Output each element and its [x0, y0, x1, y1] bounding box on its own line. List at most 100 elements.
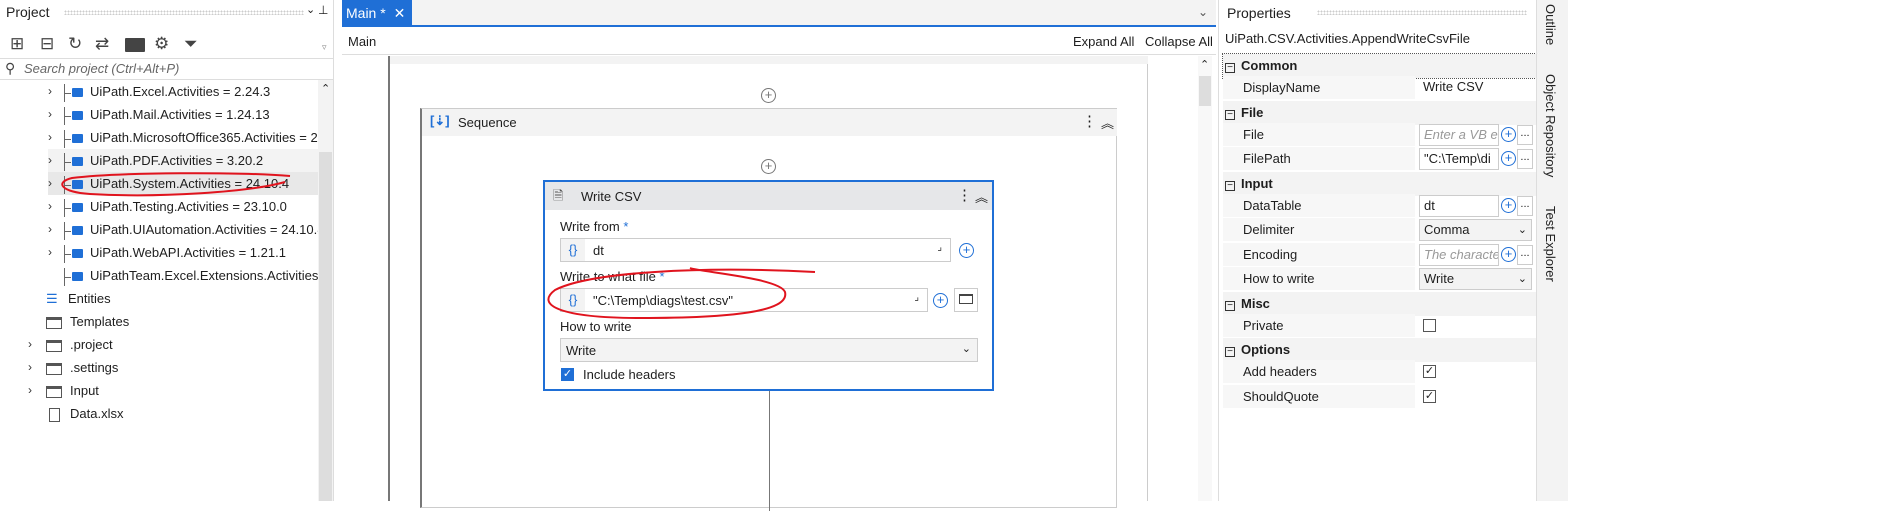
add-variable-icon[interactable]: + [1501, 197, 1516, 213]
how-to-write-select[interactable]: Write ⌄ [560, 338, 978, 362]
search-project-input[interactable]: ⚲ Search project (Ctrl+Alt+P) [0, 58, 334, 80]
more-options-icon[interactable]: ⋮ [957, 186, 972, 204]
collapse-icon[interactable]: ︽ [975, 187, 988, 206]
property-checkbox[interactable]: ✓ [1423, 389, 1436, 403]
ellipsis-button[interactable]: ... [1517, 124, 1533, 145]
dependency-item[interactable]: UiPathTeam.Excel.Extensions.Activities =… [48, 264, 318, 287]
property-value[interactable]: Write CSV [1419, 77, 1532, 99]
file-path-field[interactable]: {} "C:\Temp\diags\test.csv" ⌟ [560, 288, 928, 312]
write-csv-activity[interactable]: 🗎 Write CSV ⋮ ︽ Write from * {} dt ⌟ + Wri… [543, 180, 994, 391]
chevron-right-icon[interactable]: › [48, 241, 52, 264]
filter-icon[interactable]: ⏷ [184, 34, 198, 54]
project-item[interactable]: › .project [28, 333, 318, 356]
more-options-icon[interactable]: ⋮ [1082, 112, 1097, 130]
chevron-right-icon[interactable]: › [28, 356, 32, 379]
property-category[interactable]: − Common [1222, 53, 1537, 79]
dropdown-icon[interactable]: ⌄ [306, 3, 315, 16]
overflow-icon[interactable]: ▿ [322, 42, 327, 53]
property-select[interactable]: Write ⌄ [1419, 268, 1532, 290]
dependency-item[interactable]: › UiPath.PDF.Activities = 3.20.2 [48, 149, 318, 172]
add-variable-icon[interactable]: + [1501, 246, 1516, 262]
project-item[interactable]: › .settings [28, 356, 318, 379]
collapse-all-button[interactable]: Collapse All [1145, 34, 1213, 49]
canvas-scrollbar[interactable]: ⌃ [1198, 56, 1212, 501]
property-category[interactable]: − Options [1223, 338, 1536, 362]
chevron-down-icon[interactable]: ⌄ [1198, 5, 1208, 19]
dependency-item[interactable]: › UiPath.Mail.Activities = 1.24.13 [48, 103, 318, 126]
tab-main[interactable]: Main * ✕ [342, 0, 412, 27]
tab-test-explorer[interactable]: Test Explorer [1543, 206, 1558, 282]
chevron-right-icon[interactable]: › [48, 218, 52, 241]
expression-icon[interactable]: {} [561, 289, 585, 311]
workflow-canvas[interactable]: ⌃ + [⇣] Sequence ⋮ ︽ + 🗎 Write CSV ⋮ ︽ W… [342, 56, 1216, 511]
project-item[interactable]: Templates [28, 310, 318, 333]
collapse-all-icon[interactable]: ⊟ [40, 34, 54, 54]
collapse-icon[interactable]: − [1225, 347, 1235, 357]
scroll-thumb[interactable] [319, 152, 332, 501]
dependency-item[interactable]: › UiPath.System.Activities = 24.10.4 [48, 172, 318, 195]
expand-icon[interactable]: ⌟ [937, 242, 942, 253]
property-checkbox[interactable]: ✓ [1423, 365, 1436, 378]
panel-grip[interactable] [64, 10, 304, 15]
dependency-item[interactable]: › UiPath.UIAutomation.Activities = 24.10.… [48, 218, 318, 241]
add-variable-icon[interactable]: + [959, 243, 974, 258]
add-variable-icon[interactable]: + [933, 293, 948, 308]
add-activity-icon[interactable]: + [761, 88, 776, 103]
collapse-icon[interactable]: − [1225, 180, 1235, 191]
chevron-right-icon[interactable]: › [48, 149, 52, 172]
property-category[interactable]: − Input [1223, 171, 1536, 196]
add-activity-icon[interactable]: + [761, 159, 776, 174]
expand-icon[interactable]: ⌟ [914, 292, 919, 303]
expression-icon[interactable]: {} [561, 239, 585, 261]
scrollbar[interactable]: ⌃ [318, 80, 333, 501]
dependency-item[interactable]: › UiPath.WebAPI.Activities = 1.21.1 [48, 241, 318, 264]
chevron-right-icon[interactable]: › [48, 80, 52, 103]
scroll-up-icon[interactable]: ⌃ [1200, 58, 1209, 71]
project-item[interactable]: ☰ Entities [28, 287, 318, 310]
chevron-right-icon[interactable]: › [28, 379, 32, 402]
breadcrumb[interactable]: Main [348, 34, 376, 49]
project-item[interactable]: › Input [28, 379, 318, 402]
ellipsis-button[interactable]: ... [1517, 149, 1533, 169]
include-headers-checkbox[interactable]: ✓ [561, 368, 574, 381]
browse-folder-button[interactable] [954, 288, 978, 312]
property-category[interactable]: − File [1223, 100, 1536, 125]
chevron-right-icon[interactable]: › [28, 333, 32, 356]
tab-object-repository[interactable]: Object Repository [1543, 74, 1558, 177]
sync-icon[interactable]: ⇄ [95, 34, 109, 54]
expand-all-icon[interactable]: ⊞ [10, 34, 24, 54]
chevron-right-icon[interactable]: › [48, 103, 52, 126]
dependency-item[interactable]: › UiPath.Excel.Activities = 2.24.3 [48, 80, 318, 103]
project-item[interactable]: Data.xlsx [28, 402, 318, 425]
add-variable-icon[interactable]: + [1501, 126, 1516, 142]
tab-outline[interactable]: Outline [1543, 4, 1558, 45]
scroll-up-icon[interactable]: ⌃ [321, 82, 330, 95]
property-input[interactable]: The characte [1419, 243, 1499, 266]
dependency-item[interactable]: › UiPath.MicrosoftOffice365.Activities = … [48, 126, 318, 149]
property-checkbox[interactable] [1423, 318, 1436, 332]
refresh-icon[interactable]: ↻ [68, 34, 82, 54]
collapse-icon[interactable]: − [1225, 109, 1235, 120]
property-category[interactable]: − Misc [1223, 291, 1536, 316]
open-folder-icon[interactable] [125, 38, 145, 52]
dependency-item[interactable]: › UiPath.Testing.Activities = 23.10.0 [48, 195, 318, 218]
collapse-icon[interactable]: − [1225, 300, 1235, 311]
property-input[interactable]: Enter a VB e [1419, 123, 1499, 146]
property-input[interactable]: dt [1419, 194, 1499, 217]
close-icon[interactable]: ✕ [394, 5, 406, 21]
pin-icon[interactable]: ⊥ [318, 3, 328, 17]
chevron-right-icon[interactable]: › [48, 195, 52, 218]
scroll-thumb[interactable] [1199, 76, 1211, 106]
ellipsis-button[interactable]: ... [1517, 195, 1533, 216]
ellipsis-button[interactable]: ... [1517, 244, 1533, 265]
settings-icon[interactable]: ⚙ [154, 34, 169, 54]
add-variable-icon[interactable]: + [1501, 151, 1516, 166]
write-from-field[interactable]: {} dt ⌟ [560, 238, 951, 262]
property-input[interactable]: "C:\Temp\di [1419, 148, 1499, 170]
expand-all-button[interactable]: Expand All [1073, 34, 1134, 49]
property-select[interactable]: Comma ⌄ [1419, 219, 1532, 241]
collapse-icon[interactable]: ︽ [1101, 113, 1114, 132]
chevron-right-icon[interactable]: › [48, 126, 52, 149]
panel-grip[interactable] [1317, 10, 1527, 15]
collapse-icon[interactable]: − [1225, 63, 1235, 73]
